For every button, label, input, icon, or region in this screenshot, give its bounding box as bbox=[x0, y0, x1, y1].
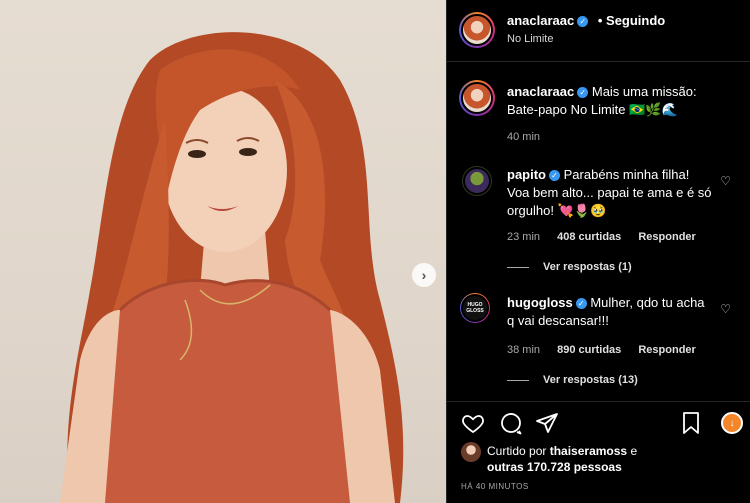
author-username[interactable]: anaclaraac bbox=[507, 13, 574, 28]
portrait-illustration bbox=[60, 32, 404, 503]
verified-icon: ✓ bbox=[575, 298, 587, 309]
liked-by-connector: e bbox=[630, 444, 638, 458]
follow-status[interactable]: • Seguindo bbox=[598, 13, 665, 28]
post-photo: › bbox=[0, 0, 446, 503]
comment-text: papito ✓ Parabéns minha filha! Voa bem al… bbox=[507, 166, 712, 220]
caption-time: 40 min bbox=[507, 131, 541, 143]
caption-username[interactable]: anaclaraac bbox=[507, 84, 574, 99]
divider-line bbox=[507, 266, 529, 268]
comment-likes[interactable]: 890 curtidas bbox=[557, 344, 621, 356]
view-replies-label: Ver respostas (1) bbox=[543, 261, 632, 273]
comment-icon[interactable] bbox=[499, 411, 523, 435]
view-replies-label: Ver respostas (13) bbox=[543, 374, 638, 386]
comment-text: hugogloss ✓ Mulher, qdo tu acha q vai des… bbox=[507, 294, 712, 330]
caption-avatar[interactable] bbox=[459, 80, 495, 116]
hugogloss-logo: HUGO GLOSS bbox=[461, 294, 489, 322]
comments-list: anaclaraac ✓ Mais uma missão: Bate-papo N… bbox=[447, 63, 750, 401]
comment-time[interactable]: 23 min bbox=[507, 231, 540, 243]
liker-avatar[interactable] bbox=[461, 442, 481, 462]
post-location[interactable]: No Limite bbox=[507, 33, 553, 45]
view-replies-button[interactable]: Ver respostas (13) bbox=[507, 374, 638, 386]
post-time-ago: HÁ 40 MINUTOS bbox=[461, 482, 529, 491]
view-replies-button[interactable]: Ver respostas (1) bbox=[507, 261, 632, 273]
divider-line bbox=[507, 379, 529, 381]
caption-text: anaclaraac ✓ Mais uma missão: Bate-papo N… bbox=[507, 83, 712, 119]
verified-icon: ✓ bbox=[577, 16, 589, 27]
heart-icon[interactable]: ♡ bbox=[720, 174, 731, 188]
reply-button[interactable]: Responder bbox=[638, 344, 695, 356]
comment-likes[interactable]: 408 curtidas bbox=[557, 231, 621, 243]
author-avatar[interactable] bbox=[459, 12, 495, 48]
verified-icon: ✓ bbox=[577, 87, 589, 98]
liked-by-others[interactable]: outras 170.728 pessoas bbox=[487, 460, 622, 474]
liked-by-user[interactable]: thaiseramoss bbox=[550, 444, 627, 458]
comment-meta: 23 min 408 curtidas Responder bbox=[507, 231, 696, 243]
post-side-panel: anaclaraac ✓ • Seguindo No Limite anaclar… bbox=[446, 0, 750, 503]
commenter-avatar[interactable]: HUGO GLOSS bbox=[460, 293, 490, 323]
liked-by-prefix: Curtido por bbox=[487, 444, 547, 458]
comment-username[interactable]: hugogloss bbox=[507, 295, 573, 310]
heart-icon[interactable]: ♡ bbox=[720, 302, 731, 316]
comment-username[interactable]: papito bbox=[507, 167, 546, 182]
liked-by: Curtido por thaiseramoss e outras 170.72… bbox=[487, 443, 737, 475]
comment-time[interactable]: 38 min bbox=[507, 344, 540, 356]
heart-icon[interactable] bbox=[461, 411, 485, 435]
chevron-right-icon[interactable]: › bbox=[412, 263, 436, 287]
author-line: anaclaraac ✓ • Seguindo bbox=[507, 13, 665, 28]
verified-icon: ✓ bbox=[549, 170, 560, 181]
commenter-avatar[interactable] bbox=[462, 166, 492, 196]
bookmark-icon[interactable] bbox=[679, 411, 703, 435]
post-header: anaclaraac ✓ • Seguindo No Limite bbox=[447, 0, 750, 62]
download-icon[interactable]: ↓ bbox=[721, 412, 743, 434]
reply-button[interactable]: Responder bbox=[638, 231, 695, 243]
comment-meta: 38 min 890 curtidas Responder bbox=[507, 344, 696, 356]
share-icon[interactable] bbox=[535, 411, 559, 435]
